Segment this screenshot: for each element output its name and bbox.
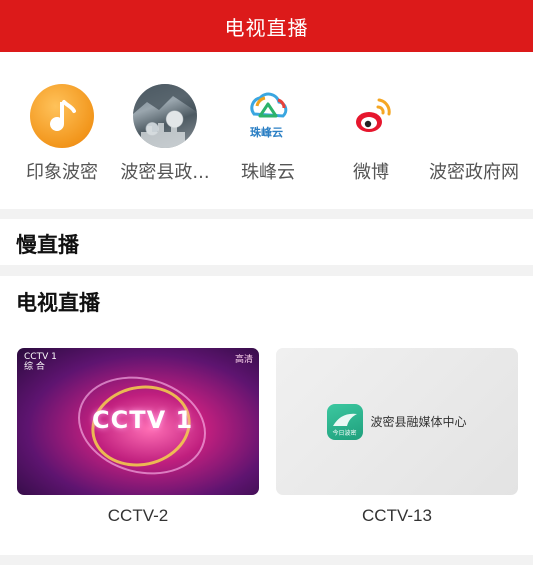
quick-link-label: 印象波密 [26, 162, 98, 183]
government-site-icon [442, 84, 506, 148]
quick-link-yinxiang-bomi[interactable]: 印象波密 [10, 84, 114, 184]
page-title: 电视直播 [224, 15, 309, 40]
top-header: 电视直播 [0, 0, 533, 52]
section-divider [0, 209, 533, 219]
channel-corner-logo-sub: 综 合 [24, 362, 45, 372]
hd-badge: 高清 [234, 355, 253, 365]
weibo-icon [339, 84, 403, 148]
city-photo-icon [133, 84, 197, 148]
channel-corner-logo: CCTV 1 综 合 [24, 352, 57, 372]
section-divider [0, 265, 533, 276]
channel-card-cctv2[interactable]: CCTV 1 CCTV 1 综 合 高清 CCTV-2 [17, 348, 259, 526]
channel-name: CCTV-2 [107, 506, 169, 525]
section-divider [0, 555, 533, 565]
cctv-logo: CCTV 1 [92, 406, 194, 434]
quick-link-weibo[interactable]: 微博 [319, 84, 423, 184]
quick-link-label: 波密县政... [120, 162, 210, 183]
quick-link-zhufeng-cloud[interactable]: 珠峰云 珠峰云 [216, 84, 320, 184]
quick-link-label: 微博 [353, 162, 389, 183]
channel-card-cctv13[interactable]: 今日波密 波密县融媒体中心 CCTV-13 [276, 348, 518, 526]
music-note-icon [30, 84, 94, 148]
channel-thumbnail[interactable]: 今日波密 波密县融媒体中心 [276, 348, 518, 495]
media-center-logo-icon: 今日波密 [327, 403, 364, 440]
quick-link-label: 珠峰云 [241, 162, 295, 183]
zhufeng-cloud-icon-text: 珠峰云 [250, 126, 283, 139]
section-title-slow-live[interactable]: 慢直播 [16, 229, 79, 259]
quick-link-bomi-gov-site[interactable]: 波密政府网 [422, 84, 526, 184]
quick-link-bomi-county-gov[interactable]: 波密县政... [113, 84, 217, 184]
quick-links-bar: 印象波密 波密县政... 珠峰云 珠峰云 微博 波密政府网 [0, 52, 533, 209]
quick-link-label: 波密政府网 [429, 162, 519, 183]
channel-name: CCTV-13 [362, 506, 432, 525]
media-center-name: 波密县融媒体中心 [370, 415, 467, 429]
media-center-logo-text: 今日波密 [332, 429, 357, 437]
channel-corner-logo-text: CCTV 1 [24, 352, 57, 362]
channel-thumbnail[interactable]: CCTV 1 CCTV 1 综 合 高清 [17, 348, 259, 495]
zhufeng-cloud-icon: 珠峰云 [236, 84, 300, 148]
section-title-tv-live: 电视直播 [16, 291, 100, 315]
